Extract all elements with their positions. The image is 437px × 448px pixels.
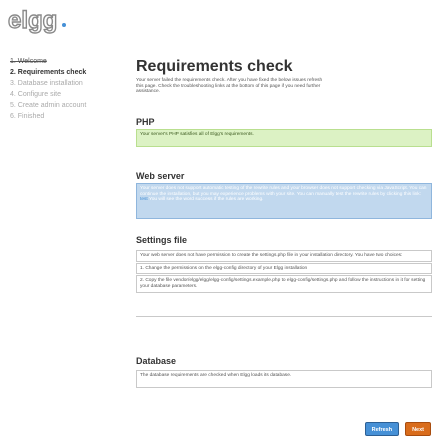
step-welcome[interactable]: 1. Welcome [10,56,86,67]
webserver-message-end: You will see the word success if the rul… [148,197,264,203]
next-button[interactable]: Next [405,422,431,436]
webserver-message-text: Your server does not support automatic t… [140,186,427,197]
main-content: Requirements check Your server failed th… [136,58,433,95]
step-requirements-check: 2. Requirements check [10,69,87,76]
elgg-logo-graphic: elgg [7,6,66,35]
php-heading: PHP [136,117,155,127]
settings-option-1: 1. Change the permissions on the elgg-co… [136,262,432,275]
page-title: Requirements check [136,58,293,75]
webserver-heading: Web server [136,171,185,181]
logo-wordmark: elgg [8,7,57,34]
step-finished: 6. Finished [10,113,45,120]
action-buttons: Refresh Next [364,422,431,436]
settings-heading: Settings file [136,235,188,245]
step-create-admin-account: 5. Create admin account [10,102,87,109]
settings-option-2: 2. Copy the file vendor/elgg/elgg/elgg-c… [136,275,432,293]
step-configure-site: 4. Configure site [10,91,61,98]
install-steps: 1. Welcome 2. Requirements check 3. Data… [10,56,86,122]
refresh-button[interactable]: Refresh [364,422,400,436]
database-message-text: The database requirements are checked wh… [140,373,292,378]
settings-permission-message: Your web server does not have permission… [136,250,432,262]
rewrite-test-link[interactable]: test [140,197,148,202]
step-database-installation: 3. Database installation [10,80,83,87]
database-message: The database requirements are checked wh… [136,370,432,388]
php-message-text: Your server's PHP satisfies all of Elgg'… [140,132,254,137]
php-success-message: Your server's PHP satisfies all of Elgg'… [136,129,432,147]
webserver-error-message: Your server does not support automatic t… [136,183,432,219]
logo-dot-icon [62,23,66,27]
database-heading: Database [136,356,177,366]
elgg-logo: elgg [7,4,67,44]
settings-messages: Your web server does not have permission… [136,250,432,294]
intro-text: Your server failed the requirements chec… [136,78,323,95]
settings-divider [136,316,432,317]
